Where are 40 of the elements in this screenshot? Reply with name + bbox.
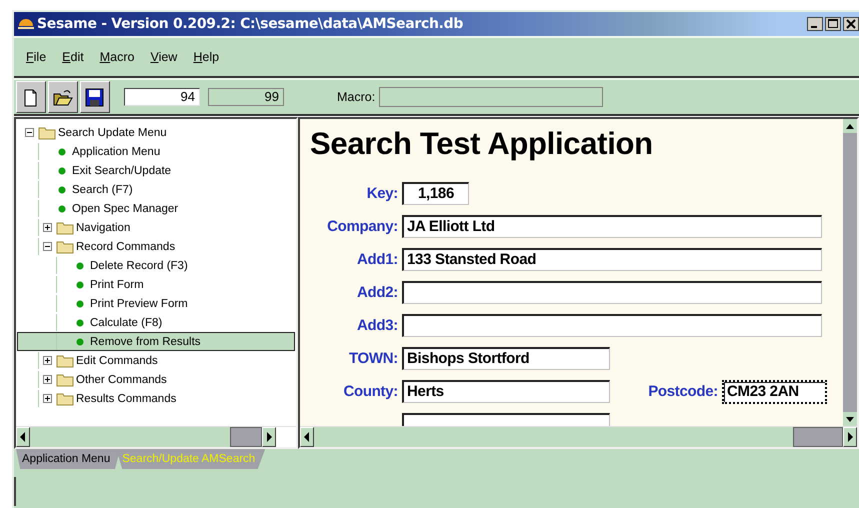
field-label: TOWN:	[348, 350, 398, 367]
input-field[interactable]: 133 Stansted Road	[402, 248, 822, 271]
menu-item[interactable]: Macro	[94, 48, 140, 66]
input-field[interactable]: CM23 2AN	[722, 380, 827, 404]
field-label: Postcode:	[647, 383, 718, 400]
input-field[interactable]: 1,186	[402, 182, 469, 205]
tree-item[interactable]: Open Spec Manager	[17, 199, 295, 218]
count-field: 99	[208, 88, 284, 106]
input-field[interactable]: JA Elliott Ltd	[402, 215, 822, 238]
record-field[interactable]: 94	[124, 88, 200, 106]
tree-item[interactable]: Remove from Results	[17, 332, 295, 351]
menu-item[interactable]: View	[144, 48, 184, 66]
tree-item[interactable]: Results Commands	[17, 389, 295, 408]
tree-item[interactable]: Print Form	[17, 275, 295, 294]
menu-item[interactable]: Edit	[56, 48, 90, 66]
field-label: County:	[342, 383, 398, 400]
tree-item[interactable]: Navigation	[17, 218, 295, 237]
menu-item[interactable]: Help	[187, 48, 226, 66]
macro-label: Macro:	[337, 90, 376, 104]
tree-item[interactable]: Search (F7)	[17, 180, 295, 199]
window-title: Sesame - Version 0.209.2: C:\sesame\data\AMSearch.db	[37, 16, 464, 32]
tree-item[interactable]: Record Commands	[17, 237, 295, 256]
input-field[interactable]: Herts	[402, 380, 610, 403]
tree-item[interactable]: Print Preview Form	[17, 294, 295, 313]
input-field[interactable]: Bishops Stortford	[402, 347, 610, 370]
tree-item[interactable]: Exit Search/Update	[17, 161, 295, 180]
tree-item[interactable]: Application Menu	[17, 142, 295, 161]
tab[interactable]: Application Menu	[16, 449, 120, 469]
tree-item[interactable]: Calculate (F8)	[17, 313, 295, 332]
form-title: Search Test Application	[309, 125, 654, 163]
tree-item[interactable]: Other Commands	[17, 370, 295, 389]
tree-item[interactable]: Search Update Menu	[17, 123, 295, 142]
tree-item[interactable]: Delete Record (F3)	[17, 256, 295, 275]
field-label: Add1:	[356, 251, 398, 268]
tree-item[interactable]: Edit Commands	[17, 351, 295, 370]
field-label: Key:	[366, 185, 398, 202]
field-label: Company:	[326, 218, 398, 235]
field-label: Add2:	[356, 284, 398, 301]
menu-item[interactable]: File	[20, 48, 52, 66]
field-label: Add3:	[356, 317, 398, 334]
